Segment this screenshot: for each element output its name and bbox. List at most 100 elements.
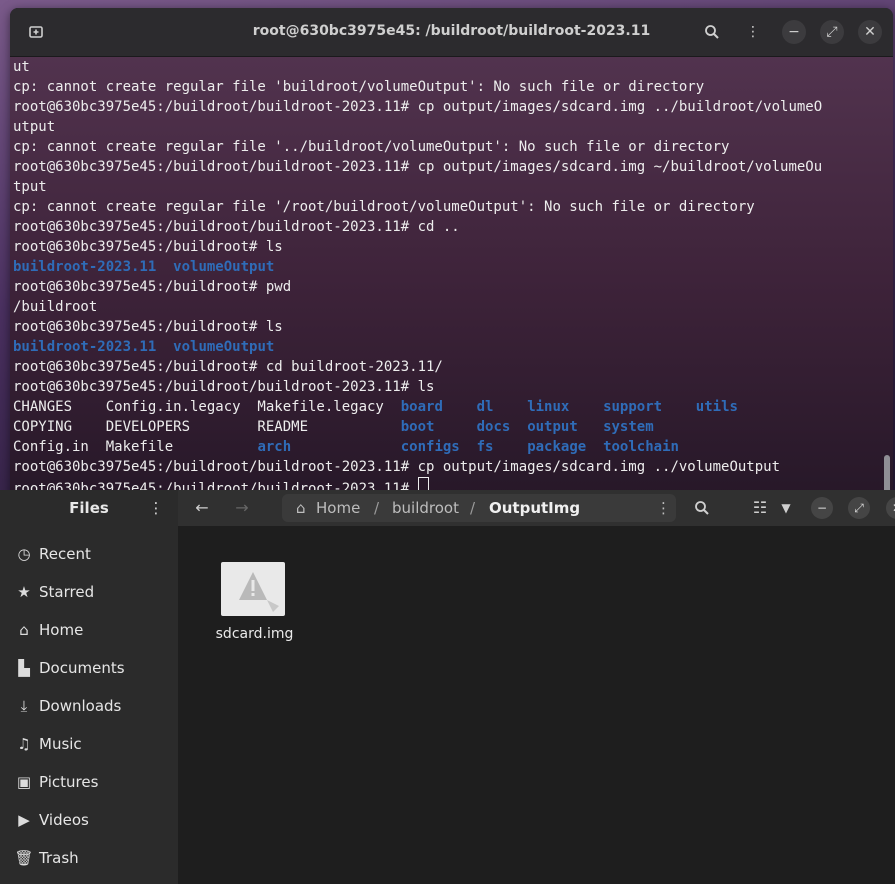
terminal-text: ut [13, 59, 30, 75]
terminal-line: utput [13, 117, 879, 137]
sidebar-item-music[interactable]: ♫ Music [0, 725, 178, 763]
terminal-line: root@630bc3975e45:/buildroot/buildroot-2… [13, 377, 879, 397]
breadcrumb-home[interactable]: Home [316, 494, 360, 522]
files-toolbar: ← → ⌂ Home / buildroot / OutputImg ⋮ ☷ ▼… [178, 490, 895, 526]
sidebar-item-label: Pictures [39, 773, 99, 791]
directory-name: toolchain [603, 439, 679, 455]
maximize-button[interactable]: ⤢ [848, 497, 870, 519]
music-icon: ♫ [17, 735, 31, 753]
terminal-text: tput [13, 179, 47, 195]
terminal-text: root@630bc3975e45:/buildroot/buildroot-2… [13, 459, 781, 475]
terminal-line: tput [13, 177, 879, 197]
picture-icon: ▣ [16, 773, 32, 791]
menu-kebab-icon[interactable]: ⋮ [741, 20, 765, 44]
directory-name: package [527, 439, 587, 455]
terminal-text: root@630bc3975e45:/buildroot# ls [13, 319, 283, 335]
breadcrumb-separator: / [374, 499, 380, 517]
trash-icon: 🗑 [14, 849, 34, 867]
sidebar-item-downloads[interactable]: ⤓ Downloads [0, 687, 178, 725]
terminal-text: cp: cannot create regular file 'buildroo… [13, 79, 705, 95]
terminal-output[interactable]: ut cp: cannot create regular file 'buildr… [13, 57, 879, 498]
breadcrumb-separator: / [470, 499, 476, 517]
sidebar-item-starred[interactable]: ★ Starred [0, 573, 178, 611]
terminal-text: utput [13, 119, 56, 135]
path-menu-icon[interactable]: ⋮ [656, 494, 671, 522]
sidebar-item-trash[interactable]: 🗑 Trash [0, 839, 178, 877]
forward-arrow-icon[interactable]: → [230, 496, 254, 520]
terminal-line: root@630bc3975e45:/buildroot# ls [13, 317, 879, 337]
directory-name: board [400, 399, 443, 415]
file-name: sdcard.img [215, 626, 294, 642]
terminal-line: buildroot-2023.11 volumeOutput [13, 337, 879, 357]
terminal-line: ut [13, 57, 879, 77]
sidebar-item-label: Documents [39, 659, 125, 677]
terminal-titlebar[interactable]: root@630bc3975e45: /buildroot/buildroot-… [10, 8, 893, 57]
sidebar-item-label: Downloads [39, 697, 122, 715]
sidebar-item-label: Starred [39, 583, 95, 601]
terminal-text: Config.in Makefile [13, 439, 258, 455]
home-icon: ⌂ [19, 621, 29, 639]
directory-name: utils [695, 399, 738, 415]
directory-name: buildroot-2023.11 [13, 259, 157, 275]
files-window[interactable]: Files ⋮ ◷ Recent ★ Starred ⌂ Home ▙ Docu… [0, 490, 895, 884]
close-button[interactable]: ✕ [858, 20, 882, 44]
terminal-line: cp: cannot create regular file '/root/bu… [13, 197, 879, 217]
breadcrumb: ⌂ Home / buildroot / OutputImg ⋮ [282, 494, 676, 522]
search-icon[interactable] [700, 20, 724, 44]
search-icon[interactable] [690, 496, 714, 520]
directory-name: arch [257, 439, 292, 455]
terminal-text: root@630bc3975e45:/buildroot# cd buildro… [13, 359, 443, 375]
breadcrumb-outputimg[interactable]: OutputImg [489, 494, 580, 522]
star-icon: ★ [17, 583, 31, 601]
directory-name: configs [400, 439, 460, 455]
clock-icon: ◷ [17, 545, 31, 563]
terminal-scrollbar[interactable] [884, 455, 890, 493]
file-item[interactable]: sdcard.img [207, 560, 302, 650]
terminal-line: root@630bc3975e45:/buildroot/buildroot-2… [13, 217, 879, 237]
directory-name: system [603, 419, 654, 435]
terminal-text: root@630bc3975e45:/buildroot/buildroot-2… [13, 379, 435, 395]
list-view-icon[interactable]: ☷ [748, 496, 772, 520]
terminal-text: root@630bc3975e45:/buildroot# ls [13, 239, 283, 255]
directory-name: support [603, 399, 663, 415]
minimize-button[interactable]: − [782, 20, 806, 44]
sidebar-menu-icon[interactable]: ⋮ [148, 499, 164, 517]
directory-name: dl [476, 399, 494, 415]
sidebar-item-pictures[interactable]: ▣ Pictures [0, 763, 178, 801]
terminal-text: COPYING DEVELOPERS README [13, 419, 401, 435]
video-icon: ▶ [18, 811, 30, 829]
breadcrumb-buildroot[interactable]: buildroot [392, 494, 459, 522]
terminal-line: COPYING DEVELOPERS README boot docs outp… [13, 417, 879, 437]
maximize-button[interactable]: ⤢ [820, 20, 844, 44]
sidebar-item-home[interactable]: ⌂ Home [0, 611, 178, 649]
terminal-text: root@630bc3975e45:/buildroot# pwd [13, 279, 292, 295]
terminal-line: root@630bc3975e45:/buildroot# ls [13, 237, 879, 257]
terminal-line: cp: cannot create regular file '../build… [13, 137, 879, 157]
home-icon: ⌂ [296, 499, 306, 517]
close-button[interactable]: ✕ [886, 497, 895, 519]
terminal-text: root@630bc3975e45:/buildroot/buildroot-2… [13, 99, 823, 115]
terminal-window[interactable]: root@630bc3975e45: /buildroot/buildroot-… [10, 8, 893, 498]
sidebar-item-recent[interactable]: ◷ Recent [0, 535, 178, 573]
sidebar-item-videos[interactable]: ▶ Videos [0, 801, 178, 839]
warning-file-icon [221, 562, 285, 616]
terminal-line: buildroot-2023.11 volumeOutput [13, 257, 879, 277]
files-sidebar: Files ⋮ ◷ Recent ★ Starred ⌂ Home ▙ Docu… [0, 490, 178, 884]
back-arrow-icon[interactable]: ← [190, 496, 214, 520]
sidebar-item-label: Recent [39, 545, 91, 563]
terminal-text: /buildroot [13, 299, 98, 315]
chevron-down-icon[interactable]: ▼ [776, 496, 796, 520]
download-icon: ⤓ [20, 697, 28, 715]
sidebar-item-documents[interactable]: ▙ Documents [0, 649, 178, 687]
minimize-button[interactable]: − [811, 497, 833, 519]
terminal-line: root@630bc3975e45:/buildroot# cd buildro… [13, 357, 879, 377]
terminal-line: CHANGES Config.in.legacy Makefile.legacy… [13, 397, 879, 417]
